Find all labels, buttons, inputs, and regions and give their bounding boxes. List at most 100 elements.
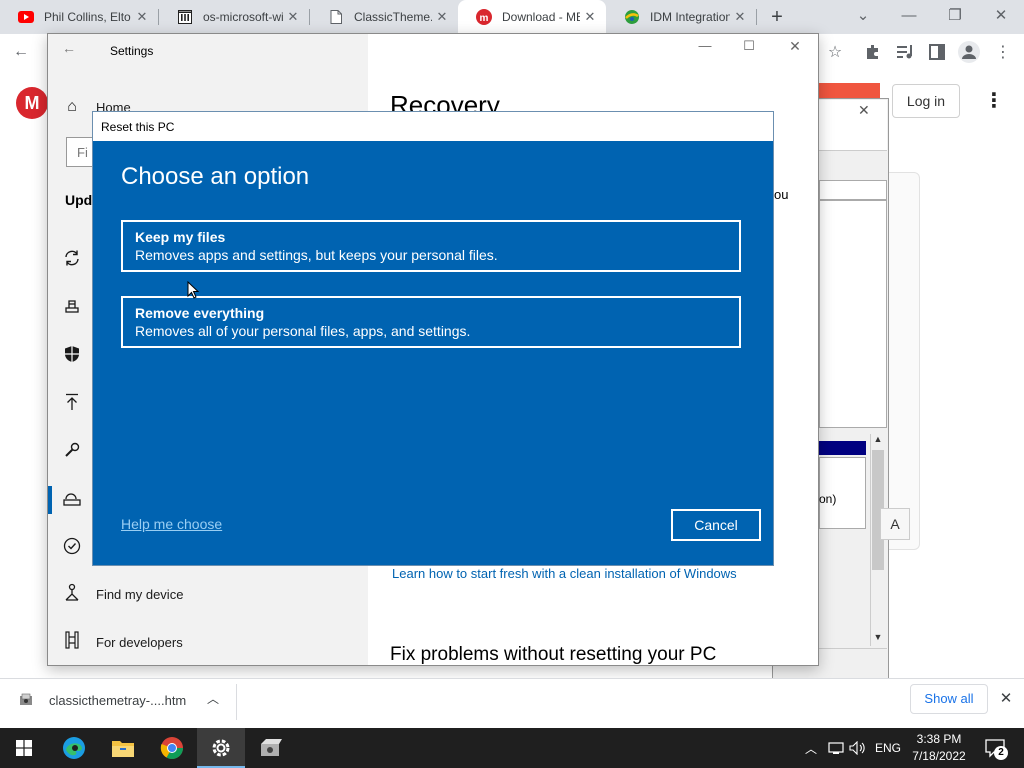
background-dialog-text: on) (819, 492, 837, 506)
archive-icon (177, 9, 193, 25)
red-banner-fragment (818, 83, 880, 99)
delivery-optimization-icon[interactable] (48, 282, 96, 330)
developers-icon (48, 630, 96, 654)
side-panel-icon[interactable] (922, 34, 952, 70)
edge-icon[interactable] (50, 728, 98, 768)
minimize-icon[interactable]: — (886, 0, 932, 30)
option-description: Removes all of your personal files, apps… (135, 323, 471, 339)
option-title: Keep my files (135, 229, 226, 245)
installer-app-icon[interactable] (246, 728, 294, 768)
reset-dialog-title: Reset this PC (93, 112, 773, 141)
idm-icon (624, 9, 640, 25)
document-icon (328, 9, 344, 25)
file-explorer-icon[interactable] (99, 728, 147, 768)
profile-avatar-icon[interactable] (954, 34, 984, 70)
tab-mega-download[interactable]: m Download - ME ✕ (458, 0, 606, 34)
learn-fresh-start-link[interactable]: Learn how to start fresh with a clean in… (392, 566, 737, 581)
page-menu-icon[interactable]: ⋮ (984, 88, 1004, 116)
close-window-icon[interactable]: ✕ (978, 0, 1024, 30)
download-filename[interactable]: classicthemetray-....htm (49, 693, 186, 708)
settings-app-icon[interactable] (197, 728, 245, 768)
extensions-icon[interactable] (858, 34, 888, 70)
recovery-icon[interactable] (48, 474, 96, 522)
home-icon: ⌂ (67, 98, 77, 115)
tab-title: IDM Integration (650, 10, 730, 24)
login-button[interactable]: Log in (892, 84, 960, 118)
backup-icon[interactable] (48, 378, 96, 426)
background-dialog-header-row (819, 180, 887, 200)
help-me-choose-link[interactable]: Help me choose (121, 516, 222, 532)
mega-logo[interactable]: M (16, 87, 48, 119)
volume-icon[interactable] (848, 728, 868, 768)
settings-minimize-icon[interactable]: — (688, 38, 722, 62)
show-all-button[interactable]: Show all (910, 684, 988, 714)
cancel-button[interactable]: Cancel (671, 509, 761, 541)
tab-idm[interactable]: IDM Integration ✕ (606, 0, 756, 34)
scroll-down-icon[interactable]: ▼ (870, 632, 886, 646)
background-dialog-footer (819, 648, 887, 670)
chrome-icon[interactable] (148, 728, 196, 768)
download-divider (236, 684, 237, 720)
svg-text:m: m (480, 13, 489, 24)
chrome-menu-icon[interactable]: ⋮ (988, 34, 1018, 70)
close-tab-icon[interactable]: ✕ (283, 9, 303, 25)
nav-find-my-device[interactable]: Find my device (48, 570, 368, 618)
tab-archive[interactable]: os-microsoft-wi ✕ (159, 0, 309, 34)
close-tab-icon[interactable]: ✕ (580, 9, 600, 25)
download-options-chevron-icon[interactable]: ︿ (204, 690, 222, 708)
nav-for-developers[interactable]: For developers (48, 618, 368, 666)
background-dialog-strip (819, 150, 887, 180)
bookmark-star-icon[interactable]: ☆ (820, 34, 850, 70)
download-file-icon (14, 690, 38, 710)
activation-icon[interactable] (48, 522, 96, 570)
settings-close-icon[interactable]: ✕ (778, 38, 812, 62)
restore-icon[interactable]: ❐ (932, 0, 978, 30)
find-device-icon (48, 583, 96, 606)
fix-problems-heading: Fix problems without resetting your PC (390, 644, 717, 665)
background-dialog-titlebar (819, 100, 887, 150)
mouse-cursor-icon (187, 280, 200, 304)
background-dialog-list (819, 200, 887, 428)
troubleshoot-icon[interactable] (48, 426, 96, 474)
close-tab-icon[interactable]: ✕ (730, 9, 750, 25)
close-tab-icon[interactable]: ✕ (132, 9, 152, 25)
settings-title: Settings (110, 44, 154, 58)
show-hidden-icons-icon[interactable]: ︿ (802, 728, 820, 768)
tab-title: ClassicTheme.ex (354, 10, 432, 24)
nav-for-developers-label: For developers (96, 634, 183, 650)
tab-title: Phil Collins, Elto (44, 10, 131, 24)
clock-time: 3:38 PM (916, 732, 962, 746)
tab-classictheme[interactable]: ClassicTheme.ex ✕ (310, 0, 458, 34)
start-button[interactable] (0, 728, 48, 768)
new-tab-button[interactable]: + (764, 4, 790, 30)
windows-logo-icon (16, 740, 32, 756)
page-panel (888, 172, 920, 550)
reset-pc-dialog: Reset this PC Choose an option Keep my f… (92, 111, 774, 566)
windows-security-icon[interactable] (48, 330, 96, 378)
windows-update-icon[interactable] (48, 234, 96, 282)
remove-everything-option[interactable]: Remove everything Removes all of your pe… (121, 296, 741, 348)
scroll-up-icon[interactable]: ▲ (870, 434, 886, 448)
back-icon[interactable]: ← (6, 34, 36, 70)
close-tab-icon[interactable]: ✕ (432, 9, 452, 25)
language-indicator[interactable]: ENG (872, 728, 904, 768)
close-downloads-icon[interactable]: ✕ (997, 689, 1015, 707)
youtube-icon (18, 9, 34, 25)
settings-back-icon[interactable]: ← (62, 40, 76, 56)
settings-section-heading: Upd (65, 192, 93, 208)
settings-partial-text: ou (774, 187, 789, 202)
option-title: Remove everything (135, 305, 265, 321)
background-dialog-selected-row (819, 441, 866, 455)
media-queue-icon[interactable] (890, 34, 920, 70)
clock[interactable]: 3:38 PM 7/18/2022 (906, 730, 972, 766)
choose-option-heading: Choose an option (121, 163, 310, 190)
notification-count-badge: 2 (994, 746, 1008, 760)
tab-youtube[interactable]: Phil Collins, Elto ✕ (0, 0, 158, 34)
background-dialog-close-icon[interactable]: ✕ (858, 102, 876, 120)
nav-find-my-device-label: Find my device (96, 586, 184, 602)
network-icon[interactable] (826, 728, 846, 768)
tab-search-icon[interactable]: ⌄ (840, 0, 886, 30)
settings-maximize-icon[interactable]: ☐ (732, 38, 766, 62)
keep-my-files-option[interactable]: Keep my files Removes apps and settings,… (121, 220, 741, 272)
background-dialog-button[interactable]: A (880, 508, 910, 540)
